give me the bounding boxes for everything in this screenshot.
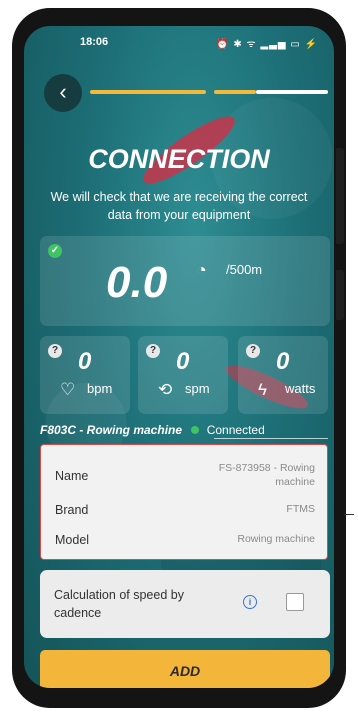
progress-step-2 xyxy=(214,90,256,94)
lightning-icon: ϟ xyxy=(258,380,267,399)
progress-step-3 xyxy=(256,90,328,94)
divider xyxy=(344,514,354,515)
metric-value: 0 xyxy=(78,348,92,375)
detail-value: Rowing machine xyxy=(237,533,315,545)
detail-label: Brand xyxy=(55,503,89,517)
back-button[interactable]: ‹ xyxy=(44,74,82,112)
app-screen: 18:06 ⏰ ✱ ᯤ ▂▃▅ ▭ ⚡ ‹ CONNECTION We will… xyxy=(24,26,334,688)
metric-unit: watts xyxy=(285,381,316,396)
pace-card: ✓ 0.0 ◔ /500m xyxy=(40,236,330,326)
metric-card-bpm: ? 0 ♡ bpm xyxy=(40,336,130,414)
metric-value: 0 xyxy=(176,348,190,375)
speed-cadence-checkbox[interactable] xyxy=(286,593,304,611)
page-title: CONNECTION xyxy=(88,144,270,174)
pace-value: 0.0 xyxy=(106,258,168,307)
pace-unit: /500m xyxy=(226,262,263,277)
connection-status: Connected xyxy=(206,423,265,437)
check-icon: ✓ xyxy=(48,244,62,258)
question-icon[interactable]: ? xyxy=(246,344,260,358)
divider xyxy=(214,438,328,439)
device-name: F803C - Rowing machine xyxy=(40,423,183,437)
metric-value: 0 xyxy=(276,348,290,375)
device-row: F803C - Rowing machine Connected xyxy=(40,423,330,437)
status-icons: ⏰ ✱ ᯤ ▂▃▅ ▭ ⚡ xyxy=(216,39,318,50)
detail-value: FS-873958 - Rowing machine xyxy=(218,462,315,488)
question-icon[interactable]: ? xyxy=(48,344,62,358)
status-time: 18:06 xyxy=(80,36,109,48)
add-button[interactable]: ADD xyxy=(40,650,330,688)
heart-icon: ♡ xyxy=(60,380,76,399)
speed-cadence-option: Calculation of speed by cadence i xyxy=(40,570,330,638)
metric-unit: spm xyxy=(185,381,210,396)
detail-label: Model xyxy=(55,533,90,547)
chevron-left-icon: ‹ xyxy=(59,79,67,104)
power-button xyxy=(336,270,344,320)
info-icon[interactable]: i xyxy=(243,595,257,609)
volume-button xyxy=(336,148,344,244)
detail-value: FTMS xyxy=(286,503,315,515)
metric-card-spm: ? 0 ⟲ spm xyxy=(138,336,228,414)
speed-option-label: Calculation of speed by cadence xyxy=(54,588,184,620)
page-subtitle: We will check that we are receiving the … xyxy=(50,190,308,222)
question-icon[interactable]: ? xyxy=(146,344,160,358)
status-bar: 18:06 ⏰ ✱ ᯤ ▂▃▅ ▭ ⚡ xyxy=(24,34,334,54)
detail-label: Name xyxy=(55,469,89,483)
device-details-card: Name FS-873958 - Rowing machine Brand FT… xyxy=(40,444,328,560)
progress-step-1 xyxy=(90,90,206,94)
metric-unit: bpm xyxy=(87,381,113,396)
metric-card-watts: ? 0 ϟ watts xyxy=(238,336,328,414)
refresh-icon: ⟲ xyxy=(158,380,173,399)
connected-dot-icon xyxy=(191,426,200,434)
speedometer-icon: ◔ xyxy=(196,260,207,280)
